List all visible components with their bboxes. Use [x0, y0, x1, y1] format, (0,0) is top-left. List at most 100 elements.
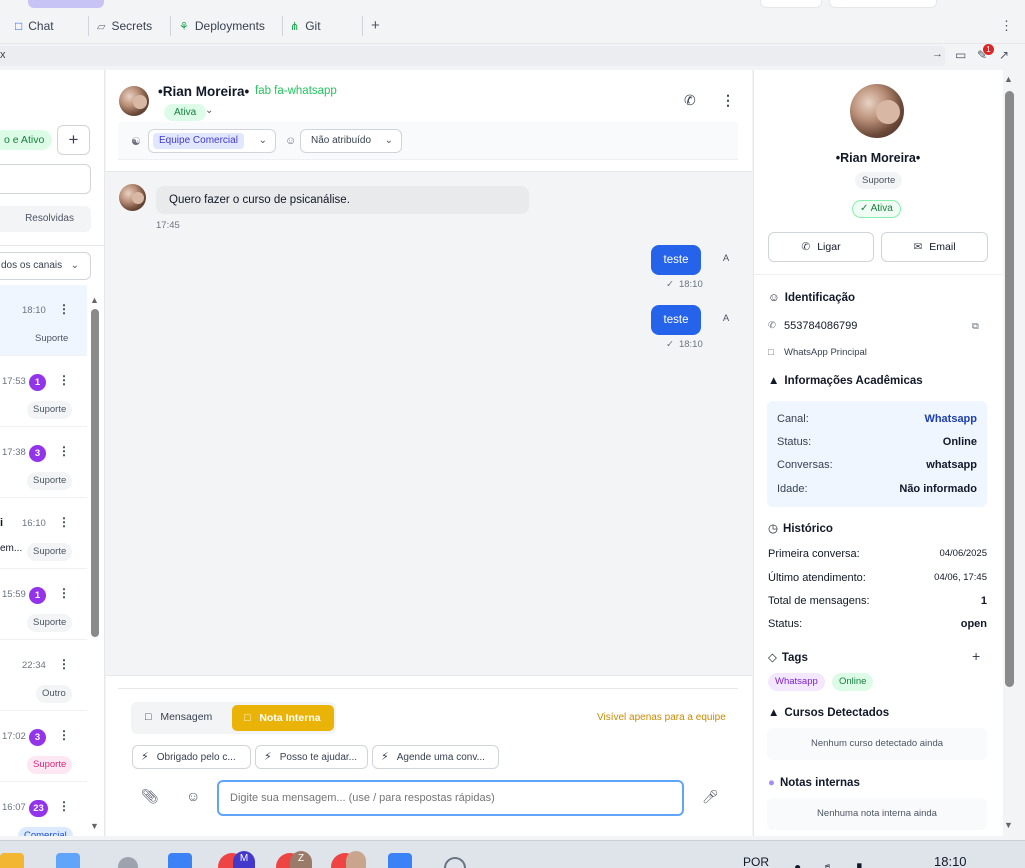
phone-icon[interactable]: ✆ — [684, 92, 696, 109]
new-conversation-button[interactable]: + — [57, 125, 90, 155]
call-button[interactable]: ✆ Ligar — [768, 232, 874, 262]
quick-reply-button[interactable]: ⚡︎ Posso te ajudar... — [255, 745, 368, 769]
wifi-icon[interactable] — [444, 857, 466, 868]
scroll-up-icon[interactable]: ▲ — [90, 295, 99, 305]
clock-icon: ◷ — [768, 523, 779, 535]
tag-pill[interactable]: Whatsapp — [768, 673, 825, 691]
search-icon[interactable] — [118, 857, 138, 868]
tab-deployments[interactable]: ⚘ Deployments — [179, 14, 265, 38]
input-language[interactable]: POR — [743, 855, 769, 868]
profile-avatar[interactable]: Z — [290, 851, 312, 868]
top-control[interactable] — [829, 0, 937, 8]
list-item[interactable]: 17:53 1 ⋮ Suporte — [0, 356, 87, 427]
visibility-note: Visível apenas para a equipe — [597, 712, 726, 723]
conversation-time: 17:53 — [2, 376, 26, 387]
mode-message-button[interactable]: □ Mensagem — [145, 711, 212, 723]
add-tag-button[interactable]: + — [972, 648, 980, 664]
more-options-icon[interactable]: ⋮ — [58, 515, 70, 529]
system-clock: 18:10 — [934, 854, 967, 868]
search-input[interactable] — [0, 164, 91, 194]
section-title: Identificação — [784, 292, 856, 304]
profile-scrollbar[interactable]: ▲ ▼ — [1003, 74, 1016, 834]
scrollbar-thumb[interactable] — [91, 309, 99, 637]
paperclip-icon[interactable]: 📎︎ — [141, 788, 159, 805]
profile-avatar[interactable] — [346, 851, 366, 868]
assignee-select[interactable]: Não atribuído ⌄ — [300, 129, 402, 153]
conversation-time: 16:10 — [22, 518, 46, 529]
more-options-icon[interactable]: ⋮ — [58, 586, 70, 600]
url-fragment: x — [0, 49, 6, 61]
channel-filter-select[interactable]: dos os canais ⌄ — [0, 252, 91, 280]
agent-avatar: A — [715, 308, 737, 330]
conversation-tag: Suporte — [27, 543, 73, 561]
list-item[interactable]: 15:59 1 ⋮ Suporte — [0, 569, 87, 640]
info-key: Conversas: — [777, 459, 833, 471]
tab-resolvidas[interactable]: Resolvidas — [0, 206, 91, 232]
quick-reply-button[interactable]: ⚡︎ Obrigado pelo c... — [132, 745, 251, 769]
list-item[interactable]: 18:10 ⋮ Suporte — [0, 285, 87, 356]
active-tab-indicator — [28, 0, 104, 8]
more-options-icon[interactable]: ⋮ — [58, 373, 70, 387]
user-icon: ☺ — [285, 135, 297, 147]
unread-count-badge: 1 — [29, 374, 46, 391]
more-options-icon[interactable]: ⋮ — [58, 444, 70, 458]
more-options-icon[interactable]: ⋮ — [58, 728, 70, 742]
list-item[interactable]: 22:34 ⋮ Outro — [0, 640, 87, 711]
app-icon[interactable] — [388, 853, 412, 868]
browser-menu-icon[interactable]: ⋮ — [1000, 18, 1013, 34]
quick-reply-label: Posso te ajudar... — [279, 752, 358, 763]
whatsapp-icon: fab fa-whatsapp — [255, 85, 337, 97]
more-options-icon[interactable]: ⋮ — [721, 92, 735, 109]
microphone-icon[interactable]: 🎤︎ — [702, 789, 719, 805]
scroll-down-icon[interactable]: ▼ — [1004, 820, 1013, 830]
tab-secrets[interactable]: ▱ Secrets — [97, 14, 152, 38]
app-icon[interactable] — [56, 853, 80, 868]
volume-icon[interactable]: ♬ — [822, 860, 834, 868]
status-badge[interactable]: Ativa — [164, 104, 207, 121]
network-icon[interactable]: ● — [794, 860, 801, 868]
more-options-icon[interactable]: ⋮ — [58, 302, 70, 316]
scrollbar-thumb[interactable] — [1005, 91, 1014, 687]
mode-note-button[interactable]: □ Nota Interna — [232, 705, 334, 731]
top-control[interactable] — [760, 0, 822, 8]
list-item[interactable]: 16:07 23 ⋮ Comercial — [0, 782, 87, 836]
chevron-down-icon: ⌄ — [258, 135, 267, 146]
conversation-tag: Suporte — [35, 333, 69, 344]
unread-count-badge: 23 — [29, 800, 48, 817]
conversation-time: 22:34 — [22, 660, 46, 671]
more-options-icon[interactable]: ⋮ — [58, 799, 70, 813]
monitor-icon[interactable]: ▭ — [955, 48, 966, 62]
file-explorer-icon[interactable] — [0, 853, 24, 868]
new-tab-button[interactable]: + — [371, 17, 380, 34]
note-icon: □ — [244, 712, 251, 724]
open-external-icon[interactable]: ↗ — [999, 48, 1009, 62]
emoji-icon[interactable]: ☺ — [186, 788, 200, 804]
info-value: Online — [942, 436, 977, 448]
composer: □ Mensagem □ Nota Interna Visível apenas p… — [106, 675, 752, 836]
url-field[interactable] — [0, 46, 945, 66]
history-key: Último atendimento: — [768, 572, 866, 584]
profile-avatar[interactable]: M — [233, 851, 255, 868]
calendar-icon[interactable] — [168, 853, 192, 868]
battery-icon[interactable]: ▮ — [856, 860, 863, 868]
list-item[interactable]: 17:02 3 ⋮ Suporte — [0, 711, 87, 782]
go-arrow-icon[interactable]: → — [932, 48, 943, 60]
scroll-down-icon[interactable]: ▼ — [90, 821, 99, 831]
tag-pill[interactable]: Online — [832, 673, 874, 691]
list-scrollbar[interactable]: ▲ ▼ — [89, 295, 101, 835]
conversation-tag: Suporte — [27, 614, 73, 632]
quick-reply-button[interactable]: ⚡︎ Agende uma conv... — [372, 745, 499, 769]
email-button[interactable]: ✉ Email — [881, 232, 988, 262]
scroll-up-icon[interactable]: ▲ — [1004, 74, 1013, 84]
tab-chat[interactable]: □ Chat — [15, 14, 54, 38]
message-input[interactable] — [217, 780, 684, 816]
team-select[interactable]: Equipe Comercial ⌄ — [148, 129, 276, 153]
copy-icon[interactable]: ⧉ — [972, 321, 979, 332]
status-filter-pill[interactable]: o e Ativo — [0, 130, 53, 150]
list-item[interactable]: i 16:10 ⋮ em... Suporte — [0, 498, 87, 569]
list-item[interactable]: 17:38 3 ⋮ Suporte — [0, 427, 87, 498]
more-options-icon[interactable]: ⋮ — [58, 657, 70, 671]
user-icon: ☺ — [768, 292, 780, 304]
chevron-down-icon[interactable]: ⌄ — [205, 105, 213, 116]
tab-git[interactable]: ⋔ Git — [290, 14, 321, 38]
